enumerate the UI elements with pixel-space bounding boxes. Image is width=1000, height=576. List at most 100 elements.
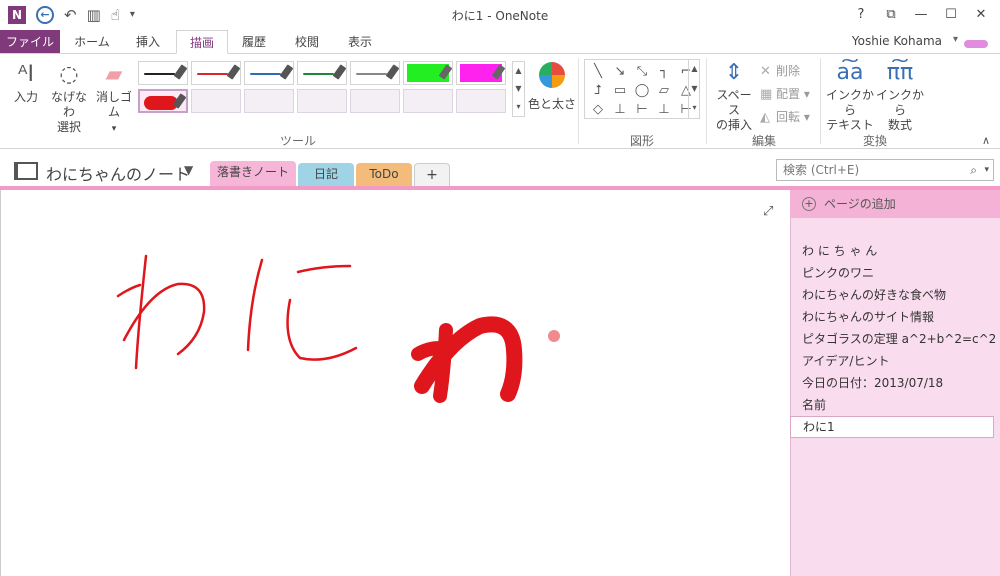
minimize-button[interactable]: — [906,4,936,26]
shape-icon[interactable]: ▭ [609,81,631,100]
page-item[interactable]: わにちゃんの好きな食べ物 [802,286,946,303]
shape-icon[interactable]: ↘ [609,62,631,81]
page-item[interactable]: わ に ち ゃ ん [802,242,877,259]
page-item[interactable]: わに1 [790,416,994,438]
tab-home[interactable]: ホーム [66,30,118,54]
pen-swatch-highlighter[interactable] [403,61,453,85]
shape-icon[interactable]: ◇ [587,100,609,119]
collapse-ribbon-icon[interactable]: ∧ [982,134,990,147]
pen-swatch-pen[interactable] [191,61,241,85]
page-item[interactable]: アイデア/ヒント [802,352,889,369]
tab-file[interactable]: ファイル [0,30,60,54]
search-input[interactable]: 検索 (Ctrl+E) ⌕ ▾ [776,159,994,181]
ribbon: ᴬI 入力 ◌ なげなわ 選択 ▰ 消しゴム ▾ ▲ ▼ ▾ ツール 色と太さ … [0,53,1000,149]
add-page-button[interactable]: + ページの追加 [790,190,1000,218]
pen-swatch-pen[interactable] [297,61,347,85]
shape-icon[interactable]: ▱ [653,81,675,100]
rotate-button[interactable]: ◭ 回転 ▾ [760,108,810,125]
plus-circle-icon: + [802,197,816,211]
delete-button[interactable]: ✕ 削除 [760,62,800,79]
ink-to-text-icon: a͠a [836,60,864,85]
pen-avatar-icon[interactable] [964,40,988,48]
page-item[interactable]: ピンクのワニ [802,264,874,281]
fullscreen-button[interactable]: ⧉ [876,4,906,26]
shape-icon[interactable]: ⮥ [587,81,609,100]
scroll-down-icon[interactable]: ▼ [689,79,700,99]
convert-group-label: 変換 [862,134,887,148]
page-item[interactable]: 今日の日付：2013/07/18 [802,374,943,391]
add-section-button[interactable]: + [414,163,450,188]
page-item[interactable]: わにちゃんのサイト情報 [802,308,934,325]
pen-gallery-scroll[interactable]: ▲ ▼ ▾ [512,61,525,117]
shape-icon[interactable]: ⤡ [631,62,653,81]
pen-swatch-marker[interactable] [138,89,188,113]
ink-to-text-button[interactable]: a͠a インクから テキスト [826,60,874,133]
pen-stroke [356,73,387,75]
gallery-more-icon[interactable]: ▾ [513,98,524,116]
chevron-down-icon[interactable]: ▾ [953,34,958,45]
notebook-name[interactable]: わにちゃんのノート [46,161,190,185]
notebook-icon[interactable] [14,162,38,180]
ink-stroke [116,283,142,298]
maximize-button[interactable]: ☐ [936,4,966,26]
ink-strokes [116,254,523,403]
pen-slot-empty[interactable] [350,89,400,113]
pen-swatch-pen[interactable] [350,61,400,85]
pen-slot-empty[interactable] [297,89,347,113]
color-thickness-button[interactable]: 色と太さ [528,62,576,112]
tab-history[interactable]: 履歴 [230,30,278,54]
shapes-group-label: 図形 [629,134,654,148]
pen-swatch-pen[interactable] [138,61,188,85]
page-item[interactable]: ピタゴラスの定理 a^2+b^2=c^2 [802,330,996,347]
page-item[interactable]: 名前 [802,396,826,413]
user-name[interactable]: Yoshie Kohama [852,34,942,48]
insert-space-icon: ⇕ [724,60,744,85]
delete-icon: ✕ [760,64,771,79]
section-tab-todo[interactable]: ToDo [356,163,412,188]
shape-icon[interactable]: ⊥ [653,100,675,119]
shape-icon[interactable]: ╲ [587,62,609,81]
ink-stroke [122,282,206,356]
lasso-select-button[interactable]: ◌ なげなわ 選択 [46,62,92,135]
chevron-down-icon[interactable]: ▼ [184,163,193,177]
tools-group-label: ツール [279,134,316,148]
shape-icon[interactable]: ⊥ [609,100,631,119]
type-button[interactable]: ᴬI 入力 [8,62,44,105]
help-button[interactable]: ? [846,4,876,26]
shapes-gallery-scroll[interactable]: ▲ ▼ ▾ [688,59,700,119]
gallery-more-icon[interactable]: ▾ [689,99,700,117]
pen-swatch-pen[interactable] [244,61,294,85]
pen-slot-empty[interactable] [244,89,294,113]
pen-stroke [144,73,175,75]
tab-draw[interactable]: 描画 [176,30,228,54]
tab-view[interactable]: 表示 [336,30,384,54]
pen-icon [385,64,400,80]
insert-space-button[interactable]: ⇕ スペース の挿入 [712,60,756,133]
pen-slot-empty[interactable] [191,89,241,113]
tab-insert[interactable]: 挿入 [122,30,174,54]
tab-review[interactable]: 校閲 [282,30,332,54]
pen-swatch-highlighter[interactable] [456,61,506,85]
search-icon[interactable]: ⌕ [970,160,977,180]
shape-icon[interactable]: ┐ [653,62,675,81]
chevron-down-icon[interactable]: ▾ [984,160,989,180]
ink-drawing[interactable] [0,190,790,576]
close-button[interactable]: ✕ [966,4,996,26]
eraser-button[interactable]: ▰ 消しゴム ▾ [92,62,136,137]
pen-slot-empty[interactable] [403,89,453,113]
shape-icon[interactable]: ⊢ [631,100,653,119]
scroll-up-icon[interactable]: ▲ [513,62,524,80]
shape-icon[interactable]: ◯ [631,81,653,100]
section-tab-diary[interactable]: 日記 [298,163,354,188]
pen-slot-empty[interactable] [456,89,506,113]
pen-stroke [303,73,334,75]
arrange-button[interactable]: ▦ 配置 ▾ [760,85,810,102]
type-cursor-icon: ᴬI [18,62,34,87]
scroll-up-icon[interactable]: ▲ [689,59,700,79]
scroll-down-icon[interactable]: ▼ [513,80,524,98]
section-tab-doodle[interactable]: 落書きノート [210,161,296,188]
pen-cursor-dot [548,330,560,342]
ink-to-math-button[interactable]: π͠π インクから 数式 [876,60,924,133]
pen-stroke [197,73,228,75]
divider [706,58,707,144]
